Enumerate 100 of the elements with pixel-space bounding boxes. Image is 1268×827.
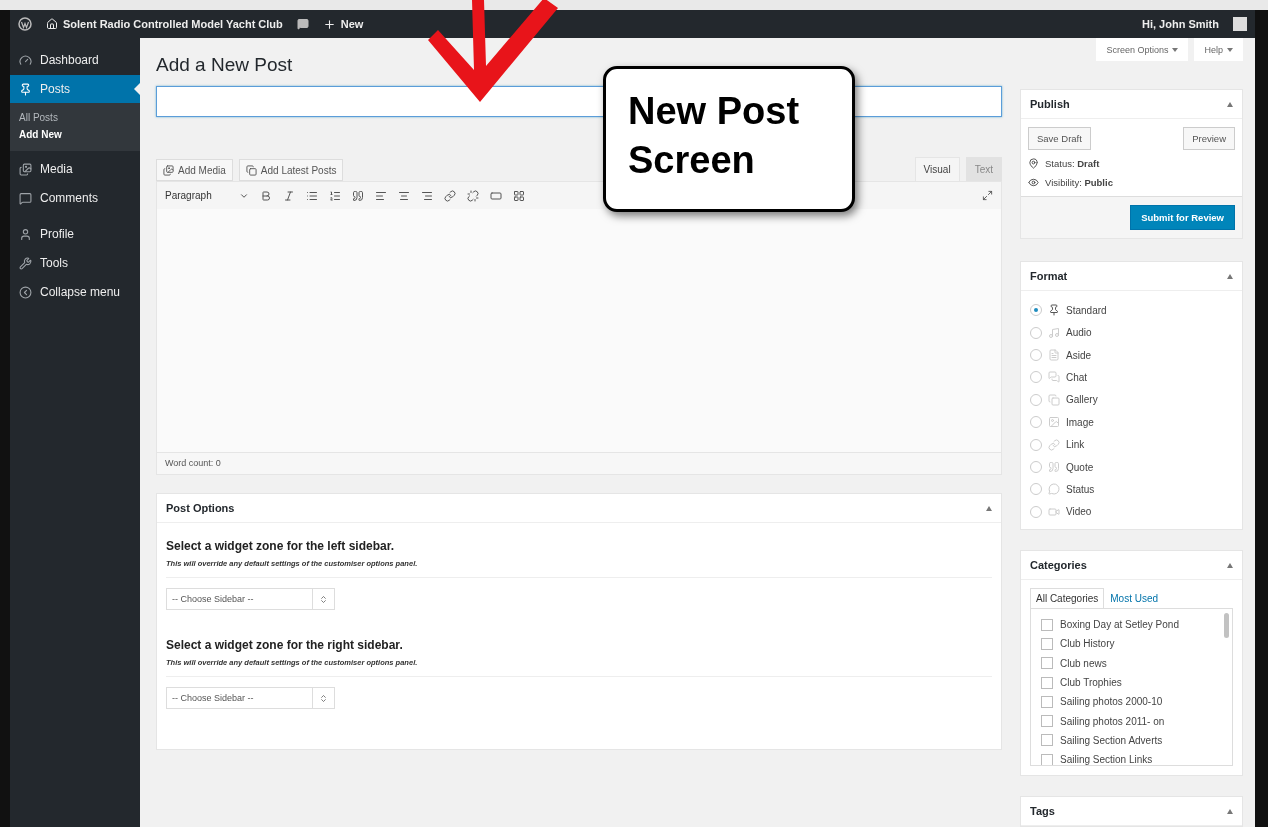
caret-icon bbox=[1172, 47, 1179, 52]
toolbar-toggle-icon[interactable] bbox=[513, 189, 525, 202]
checkbox[interactable] bbox=[1041, 753, 1053, 765]
align-right-icon[interactable] bbox=[421, 189, 433, 202]
italic-icon[interactable] bbox=[283, 189, 295, 202]
collapse-arrow-icon[interactable] bbox=[1227, 562, 1233, 568]
media-button[interactable]: Add Media bbox=[156, 159, 233, 181]
pin-icon bbox=[1028, 158, 1039, 170]
format-option[interactable]: Status bbox=[1030, 478, 1233, 501]
category-tab[interactable]: All Categories bbox=[1030, 588, 1105, 608]
format-option[interactable]: Standard bbox=[1030, 299, 1233, 322]
format-label: Audio bbox=[1066, 327, 1092, 339]
unlink-icon[interactable] bbox=[467, 189, 479, 202]
checkbox[interactable] bbox=[1041, 618, 1053, 631]
format-option[interactable]: Aside bbox=[1030, 343, 1233, 367]
submenu-item[interactable]: Add New bbox=[10, 126, 140, 143]
account-link[interactable]: Hi, John Smith bbox=[1142, 18, 1219, 30]
media-button[interactable]: Add Latest Posts bbox=[238, 159, 344, 181]
collapse-arrow-icon[interactable] bbox=[1227, 808, 1233, 814]
sidebar-select[interactable]: -- Choose Sidebar -- bbox=[166, 588, 335, 610]
select-arrows-icon bbox=[319, 594, 328, 604]
read-more-icon[interactable] bbox=[490, 189, 502, 202]
callout-text: New Post Screen bbox=[628, 89, 801, 184]
category-label: Sailing Section Links bbox=[1060, 754, 1153, 765]
radio-button[interactable] bbox=[1030, 349, 1042, 362]
category-label: Club Trophies bbox=[1060, 677, 1122, 689]
format-option[interactable]: Audio bbox=[1030, 321, 1233, 344]
submenu-item[interactable]: All Posts bbox=[10, 109, 140, 126]
video-format-icon bbox=[1048, 505, 1060, 518]
word-count: Word count: 0 bbox=[157, 452, 1001, 474]
radio-button[interactable] bbox=[1030, 371, 1042, 384]
audio-format-icon bbox=[1048, 326, 1060, 339]
wordpress-logo-icon[interactable] bbox=[18, 17, 32, 31]
menu-item[interactable]: Media bbox=[10, 155, 140, 183]
category-label: Club news bbox=[1060, 657, 1107, 669]
format-label: Standard bbox=[1066, 304, 1107, 316]
media-icon bbox=[163, 164, 174, 176]
preview-button[interactable]: Preview bbox=[1183, 127, 1235, 151]
sidebar-select[interactable]: -- Choose Sidebar -- bbox=[166, 687, 335, 709]
checkbox[interactable] bbox=[1041, 734, 1053, 747]
collapse-icon bbox=[19, 285, 32, 299]
numbered-list-icon[interactable] bbox=[329, 189, 341, 202]
radio-button[interactable] bbox=[1030, 483, 1042, 496]
checkbox[interactable] bbox=[1041, 657, 1053, 670]
panel-title: Post Options bbox=[166, 502, 235, 514]
save-draft-button[interactable]: Save Draft bbox=[1028, 127, 1091, 151]
checkbox[interactable] bbox=[1041, 637, 1053, 650]
gallery-format-icon bbox=[1048, 393, 1060, 406]
radio-button[interactable] bbox=[1030, 416, 1042, 429]
screen-tab-button[interactable]: Help bbox=[1194, 38, 1243, 62]
panel-title: Format bbox=[1030, 270, 1068, 283]
menu-item[interactable]: Profile bbox=[10, 220, 140, 248]
collapse-arrow-icon[interactable] bbox=[1227, 273, 1233, 279]
new-link[interactable]: New bbox=[322, 17, 364, 31]
collapse-arrow-icon[interactable] bbox=[986, 505, 992, 511]
category-label: Sailing photos 2000-10 bbox=[1060, 696, 1163, 708]
align-left-icon[interactable] bbox=[375, 189, 387, 202]
format-option[interactable]: Video bbox=[1030, 500, 1233, 523]
editor-tab[interactable]: Visual bbox=[914, 157, 960, 181]
format-select[interactable]: Paragraph bbox=[165, 190, 249, 201]
radio-button[interactable] bbox=[1030, 438, 1042, 451]
format-option[interactable]: Quote bbox=[1030, 455, 1233, 479]
scrollbar-thumb[interactable] bbox=[1224, 613, 1229, 638]
radio-button[interactable] bbox=[1030, 505, 1042, 518]
radio-button[interactable] bbox=[1030, 304, 1042, 317]
category-label: Sailing Section Adverts bbox=[1060, 734, 1163, 746]
format-label: Link bbox=[1066, 439, 1085, 451]
checkbox[interactable] bbox=[1041, 715, 1053, 728]
quote-icon[interactable] bbox=[352, 189, 364, 202]
quote-format-icon bbox=[1048, 461, 1060, 473]
format-option[interactable]: Chat bbox=[1030, 366, 1233, 389]
submit-button[interactable]: Submit for Review bbox=[1130, 205, 1235, 231]
visibility-text: Visibility: Public bbox=[1045, 177, 1113, 189]
fullscreen-icon[interactable] bbox=[982, 190, 993, 201]
format-option[interactable]: Image bbox=[1030, 411, 1233, 434]
bulleted-list-icon[interactable] bbox=[306, 189, 318, 202]
menu-item[interactable]: Dashboard bbox=[10, 46, 140, 74]
radio-button[interactable] bbox=[1030, 461, 1042, 473]
screen-tab-button[interactable]: Screen Options bbox=[1096, 38, 1189, 62]
menu-item[interactable]: Collapse menu bbox=[10, 278, 140, 306]
collapse-arrow-icon[interactable] bbox=[1227, 101, 1233, 107]
pin-icon bbox=[19, 82, 32, 96]
align-center-icon[interactable] bbox=[398, 189, 410, 202]
checkbox[interactable] bbox=[1041, 695, 1053, 708]
zone-heading: Select a widget zone for the right sidebar. bbox=[166, 638, 404, 652]
radio-button[interactable] bbox=[1030, 326, 1042, 339]
link-icon[interactable] bbox=[444, 189, 456, 202]
format-label: Aside bbox=[1066, 349, 1091, 361]
radio-button[interactable] bbox=[1030, 393, 1042, 406]
menu-item[interactable]: Comments bbox=[10, 184, 140, 212]
comments-icon[interactable] bbox=[296, 18, 309, 30]
menu-item[interactable]: Tools bbox=[10, 249, 140, 277]
format-option[interactable]: Link bbox=[1030, 433, 1233, 456]
format-label: Quote bbox=[1066, 461, 1094, 473]
checkbox[interactable] bbox=[1041, 676, 1053, 689]
format-option[interactable]: Gallery bbox=[1030, 388, 1233, 412]
bold-icon[interactable] bbox=[260, 189, 272, 202]
status-format-icon bbox=[1048, 483, 1060, 496]
site-name-link[interactable]: Solent Radio Controlled Model Yacht Club bbox=[46, 18, 283, 30]
menu-item[interactable]: Posts bbox=[10, 75, 140, 103]
